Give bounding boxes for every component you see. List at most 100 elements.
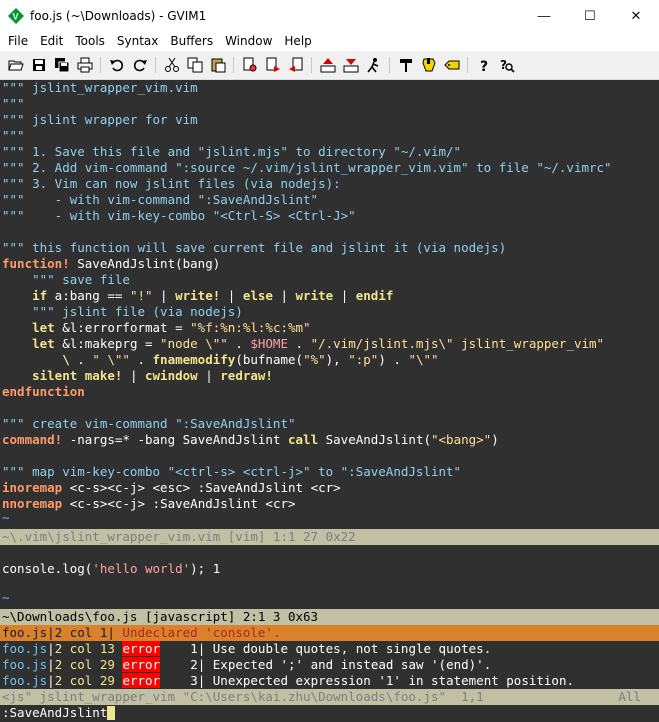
menu-buffers[interactable]: Buffers xyxy=(164,31,219,51)
keyword-redraw: redraw! xyxy=(220,368,273,383)
code-line-20: endfunction xyxy=(2,384,85,399)
code-line-26: inoremap <c-s><c-j> <esc> :SaveAndJslint… xyxy=(2,480,341,496)
keyword-cwindow: cwindow xyxy=(145,368,198,383)
builtin-fnamemodify: fnamemodify xyxy=(152,352,236,367)
qf-error-number: 3 xyxy=(190,673,198,688)
svg-text:?: ? xyxy=(480,59,488,73)
keyword-nnoremap: nnoremap xyxy=(2,496,63,511)
quickfix-status-position: All xyxy=(618,689,641,704)
shell-icon[interactable] xyxy=(417,54,440,77)
quickfix-row-selected[interactable]: foo.js|2 col 1| Undeclared 'console'. xyxy=(0,625,659,641)
keyword-call: call xyxy=(288,432,319,447)
string-bang-arg: "<bang>" xyxy=(431,432,492,447)
menu-file[interactable]: File xyxy=(2,31,34,51)
quickfix-row[interactable]: foo.js|2 col 29 error 3| Unexpected expr… xyxy=(2,673,574,689)
window-title: foo.js (~\Downloads) - GVIM1 xyxy=(30,8,207,23)
let-variable: &l:makeprg = xyxy=(54,336,161,351)
editor-area[interactable]: """ jslint_wrapper_vim.vim """ """ jslin… xyxy=(0,80,659,722)
qf-file: foo.js xyxy=(2,657,48,672)
keyword-write-bang: write! xyxy=(175,288,221,303)
keyword-if: if xyxy=(2,288,48,303)
save-session-icon[interactable] xyxy=(339,54,362,77)
copy-icon[interactable] xyxy=(183,54,206,77)
call-target: SaveAndJslint( xyxy=(318,432,431,447)
quickfix-row[interactable]: foo.js|2 col 29 error 2| Expected ';' an… xyxy=(2,657,491,673)
qf-message: Unexpected expression '1' in statement p… xyxy=(205,673,575,688)
find-prev-icon[interactable] xyxy=(284,54,307,77)
menu-window[interactable]: Window xyxy=(219,31,278,51)
find-help-icon[interactable]: ? xyxy=(495,54,518,77)
code-line-27: nnoremap <c-s><c-j> :SaveAndJslint <cr> xyxy=(2,496,296,512)
code-line-22: """ create vim-command ":SaveAndJslint" xyxy=(2,416,296,431)
menu-syntax[interactable]: Syntax xyxy=(111,31,164,51)
keyword-silent-make: silent make! xyxy=(2,368,123,383)
code-line-14: if a:bang == "!" | write! | else | write… xyxy=(2,288,393,304)
menu-edit[interactable]: Edit xyxy=(34,31,69,51)
paren-close: ) xyxy=(491,432,499,447)
qf-error-badge: error xyxy=(122,657,161,672)
call-args: ) . xyxy=(378,352,409,367)
tags-icon[interactable] xyxy=(440,54,463,77)
gvim-app-icon: V xyxy=(8,7,24,24)
cut-icon[interactable] xyxy=(160,54,183,77)
concat-op: . xyxy=(69,352,93,367)
paste-icon[interactable] xyxy=(206,54,229,77)
if-condition: a:bang == xyxy=(47,288,130,303)
find-replace-icon[interactable] xyxy=(238,54,261,77)
minimize-button[interactable]: — xyxy=(521,0,567,31)
empty-line-tilde: ~ xyxy=(2,510,10,525)
call-args: ), xyxy=(325,352,349,367)
env-home: $HOME xyxy=(250,336,288,351)
code-line-2: """ xyxy=(2,96,25,111)
command-options: -nargs=* -bang xyxy=(62,432,183,447)
qf-position: 2 col 13 xyxy=(54,641,115,656)
command-name: SaveAndJslint xyxy=(182,432,288,447)
statusline-vim-file[interactable]: ~\.vim\jslint_wrapper_vim.vim [vim] 1:1 … xyxy=(0,529,659,545)
mapping-rhs: :SaveAndJslint <cr> xyxy=(190,480,341,495)
qf-message: Undeclared 'console'. xyxy=(114,625,281,640)
close-button[interactable]: ✕ xyxy=(613,0,659,31)
statusline-quickfix[interactable]: <js" jslint_wrapper_vim "C:\Users\kai.zh… xyxy=(0,689,659,705)
qf-error-number: 2 xyxy=(190,657,198,672)
qf-message: Use double quotes, not single quotes. xyxy=(205,641,492,656)
find-next-icon[interactable] xyxy=(261,54,284,77)
string-quote: " \"" xyxy=(92,352,130,367)
concat-op: . xyxy=(129,352,153,367)
keyword-inoremap: inoremap xyxy=(2,480,63,495)
command-line[interactable]: :SaveAndJslint xyxy=(2,705,116,721)
redo-icon[interactable] xyxy=(128,54,151,77)
undo-icon[interactable] xyxy=(105,54,128,77)
open-icon[interactable] xyxy=(4,54,27,77)
foo-line-1: console.log('hello world'); 1 xyxy=(2,561,220,577)
string-quote-end: "\"" xyxy=(408,352,439,367)
menu-help[interactable]: Help xyxy=(278,31,317,51)
string-bang: "!" xyxy=(129,288,153,303)
string-percent: "%" xyxy=(303,352,326,367)
qf-file: foo.js xyxy=(2,625,48,640)
code-line-23: command! -nargs=* -bang SaveAndJslint ca… xyxy=(2,432,499,448)
statusline-foo-js[interactable]: ~\Downloads\foo.js [javascript] 2:1 3 0x… xyxy=(0,609,659,625)
concat-op: . xyxy=(227,336,251,351)
qf-file: foo.js xyxy=(2,673,48,688)
string-hello-world: 'hello world' xyxy=(92,561,191,576)
qf-position: 2 col 1 xyxy=(54,625,108,640)
quickfix-status-text: <js" jslint_wrapper_vim "C:\Users\kai.zh… xyxy=(2,689,484,704)
load-session-icon[interactable] xyxy=(316,54,339,77)
help-icon[interactable]: ? xyxy=(472,54,495,77)
print-icon[interactable] xyxy=(73,54,96,77)
make-icon[interactable] xyxy=(394,54,417,77)
maximize-button[interactable]: ☐ xyxy=(567,0,613,31)
qf-position: 2 col 29 xyxy=(54,657,115,672)
menu-tools[interactable]: Tools xyxy=(69,31,111,51)
quickfix-row[interactable]: foo.js|2 col 13 error 1| Use double quot… xyxy=(2,641,491,657)
keyword-write: write xyxy=(295,288,334,303)
toolbar: ? ? xyxy=(0,51,659,80)
qf-position: 2 col 29 xyxy=(54,673,115,688)
save-all-icon[interactable] xyxy=(50,54,73,77)
code-line-1: """ jslint_wrapper_vim.vim xyxy=(2,80,198,95)
code-line-4: """ xyxy=(2,128,25,143)
save-icon[interactable] xyxy=(27,54,50,77)
code-line-18: \ . " \"" . fnamemodify(bufname("%"), ":… xyxy=(2,352,439,368)
code-line-25: """ map vim-key-combo "<ctrl-s> <ctrl-j>… xyxy=(2,464,462,479)
run-script-icon[interactable] xyxy=(362,54,385,77)
